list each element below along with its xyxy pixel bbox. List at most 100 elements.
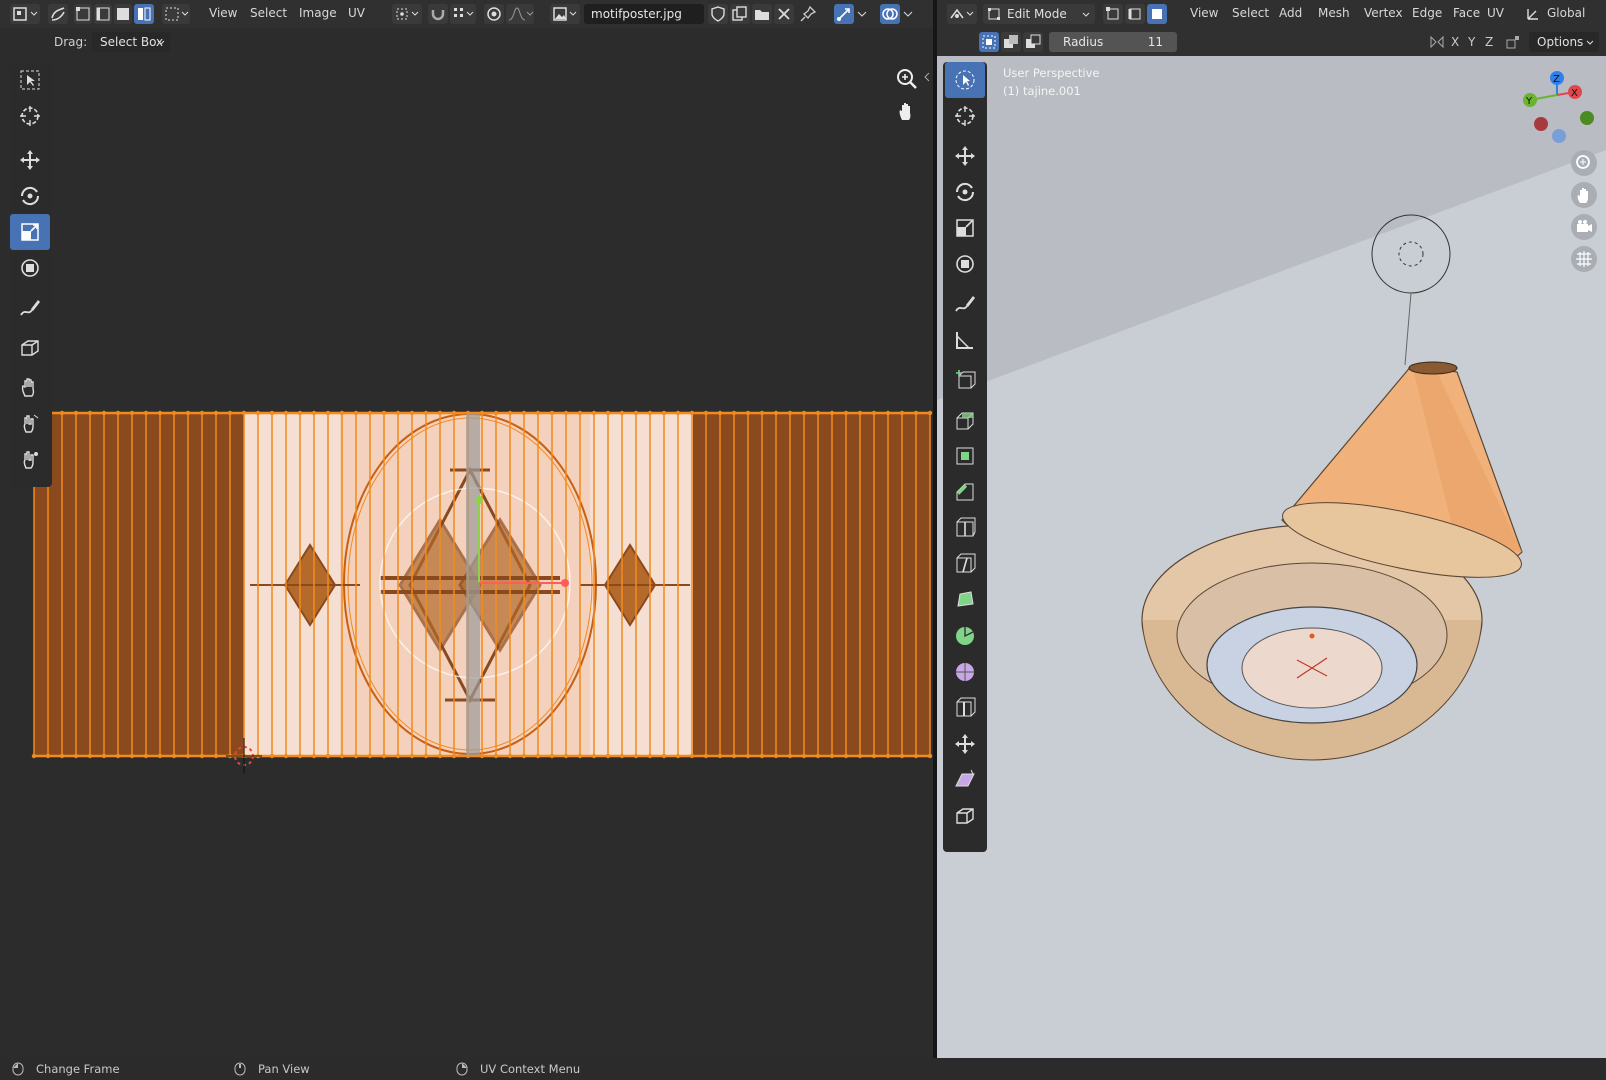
sticky-selection-button[interactable] bbox=[162, 4, 190, 24]
falloff-button[interactable] bbox=[506, 4, 534, 24]
vp-tool-bevel[interactable] bbox=[945, 474, 985, 510]
pin-button[interactable] bbox=[798, 4, 818, 24]
tool-pinch[interactable] bbox=[10, 442, 50, 478]
transform-icon bbox=[21, 259, 39, 277]
gizmo-toggle-button[interactable] bbox=[834, 4, 854, 24]
face-select-mode-button[interactable] bbox=[114, 4, 132, 24]
tool-transform[interactable] bbox=[10, 250, 50, 286]
pan-view-button[interactable] bbox=[894, 98, 920, 124]
uv-island-left[interactable] bbox=[34, 413, 244, 756]
vertex-mode-button[interactable] bbox=[1103, 4, 1123, 24]
uv-sync-button[interactable] bbox=[48, 4, 68, 24]
vp-tool-smooth[interactable] bbox=[945, 654, 985, 690]
vp-menu-view[interactable]: View bbox=[1190, 6, 1218, 20]
vp-menu-select[interactable]: Select bbox=[1232, 6, 1269, 20]
zoom-view-button[interactable] bbox=[894, 66, 920, 92]
edge-mode-button[interactable] bbox=[1125, 4, 1145, 24]
vp-tool-spin[interactable] bbox=[945, 618, 985, 654]
vp-menu-edge[interactable]: Edge bbox=[1412, 6, 1442, 20]
vp-tool-rotate[interactable] bbox=[945, 174, 985, 210]
menu-view[interactable]: View bbox=[209, 6, 237, 20]
vp-tool-cursor[interactable] bbox=[945, 98, 985, 134]
vp-camera-button[interactable] bbox=[1571, 214, 1597, 240]
vp-menu-vertex[interactable]: Vertex bbox=[1364, 6, 1403, 20]
island-select-mode-button[interactable] bbox=[134, 4, 154, 24]
vp-menu-uv[interactable]: UV bbox=[1487, 6, 1504, 20]
tool-rotate[interactable] bbox=[10, 178, 50, 214]
face-mode-button[interactable] bbox=[1147, 4, 1167, 24]
tool-scale[interactable] bbox=[10, 214, 50, 250]
tool-rip-region[interactable] bbox=[10, 330, 50, 366]
vp-tool-transform[interactable] bbox=[945, 246, 985, 282]
unlink-image-button[interactable] bbox=[774, 4, 794, 24]
vp-tool-poly-build[interactable] bbox=[945, 582, 985, 618]
snap-toggle-button[interactable] bbox=[428, 4, 448, 24]
vp-tool-annotate[interactable] bbox=[945, 286, 985, 322]
vp-grid-button[interactable] bbox=[1571, 246, 1597, 272]
tool-move[interactable] bbox=[10, 142, 50, 178]
mirror-y-toggle[interactable]: Y bbox=[1468, 35, 1475, 49]
mode-dropdown[interactable]: Edit Mode bbox=[983, 4, 1095, 24]
vp-tool-measure[interactable] bbox=[945, 322, 985, 358]
vp-zoom-button[interactable] bbox=[1571, 150, 1597, 176]
tool-annotate[interactable] bbox=[10, 290, 50, 326]
select-extend-button[interactable] bbox=[1001, 32, 1021, 52]
orientation-dropdown[interactable]: Global bbox=[1523, 4, 1603, 24]
new-image-button[interactable] bbox=[730, 4, 750, 24]
transform-icon bbox=[956, 255, 974, 273]
editor-type-button[interactable] bbox=[10, 4, 40, 24]
select-new-button[interactable] bbox=[979, 32, 999, 52]
options-dropdown[interactable]: Options bbox=[1529, 32, 1599, 52]
vp-tool-knife[interactable] bbox=[945, 546, 985, 582]
radius-field[interactable]: Radius 11 bbox=[1049, 32, 1177, 52]
vp-tool-rip[interactable] bbox=[945, 798, 985, 834]
vp-tool-select[interactable] bbox=[945, 62, 985, 98]
topology-mirror-icon[interactable] bbox=[1505, 34, 1521, 50]
vp-menu-mesh[interactable]: Mesh bbox=[1318, 6, 1350, 20]
vp-tool-extrude[interactable] bbox=[945, 402, 985, 438]
tool-grab[interactable] bbox=[10, 370, 50, 406]
sidebar-toggle[interactable] bbox=[922, 70, 932, 84]
vp-tool-shrink-fatten[interactable] bbox=[945, 726, 985, 762]
orientation-icon bbox=[1527, 9, 1538, 20]
vp-tool-add-cube[interactable] bbox=[945, 362, 985, 398]
overlays-toggle-button[interactable] bbox=[880, 4, 900, 24]
open-image-button[interactable] bbox=[752, 4, 772, 24]
menu-image[interactable]: Image bbox=[299, 6, 337, 20]
mirror-z-toggle[interactable]: Z bbox=[1485, 35, 1493, 49]
pivot-point-button[interactable] bbox=[392, 4, 422, 24]
vp-tool-move[interactable] bbox=[945, 138, 985, 174]
image-name-field[interactable]: motifposter.jpg bbox=[584, 4, 704, 24]
mirror-x-toggle[interactable]: X bbox=[1451, 35, 1459, 49]
viewport-scene[interactable]: Z Y X bbox=[937, 56, 1606, 1058]
proportional-edit-button[interactable] bbox=[484, 4, 504, 24]
drag-select-dropdown[interactable]: Select Box bbox=[92, 32, 170, 52]
browse-image-button[interactable] bbox=[550, 4, 580, 24]
vp-menu-face[interactable]: Face bbox=[1453, 6, 1480, 20]
vp-tool-loop-cut[interactable] bbox=[945, 510, 985, 546]
menu-uv[interactable]: UV bbox=[348, 6, 365, 20]
mouse-middle-icon bbox=[234, 1062, 246, 1076]
snap-target-button[interactable] bbox=[450, 4, 476, 24]
menu-select[interactable]: Select bbox=[250, 6, 287, 20]
tool-cursor[interactable] bbox=[10, 98, 50, 134]
fake-user-button[interactable] bbox=[708, 4, 728, 24]
edge-select-mode-button[interactable] bbox=[94, 4, 112, 24]
vp-tool-shear[interactable] bbox=[945, 762, 985, 798]
viewport-editor-type-button[interactable] bbox=[947, 4, 977, 24]
select-subtract-button[interactable] bbox=[1023, 32, 1043, 52]
mirror-icon[interactable] bbox=[1429, 34, 1445, 50]
uv-canvas[interactable] bbox=[0, 56, 933, 1058]
vp-menu-add[interactable]: Add bbox=[1279, 6, 1302, 20]
vp-tool-inset[interactable] bbox=[945, 438, 985, 474]
tool-relax[interactable] bbox=[10, 406, 50, 442]
gizmo-dropdown[interactable] bbox=[856, 4, 868, 24]
overlays-dropdown[interactable] bbox=[902, 4, 914, 24]
vertex-select-mode-button[interactable] bbox=[74, 4, 92, 24]
tool-select-box[interactable] bbox=[10, 62, 50, 98]
edge-select-icon bbox=[1128, 8, 1141, 20]
vp-tool-edge-slide[interactable] bbox=[945, 690, 985, 726]
uv-island-right[interactable] bbox=[693, 413, 930, 756]
vp-tool-scale[interactable] bbox=[945, 210, 985, 246]
vp-pan-button[interactable] bbox=[1571, 182, 1597, 208]
